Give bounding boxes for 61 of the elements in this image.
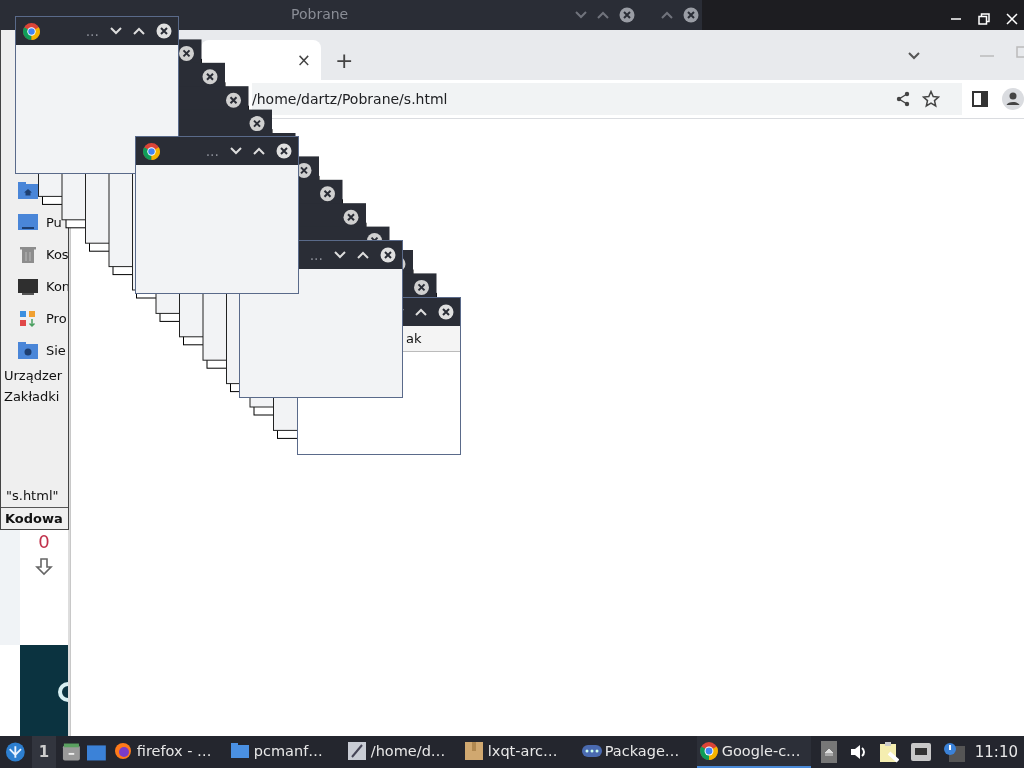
desktop-icon[interactable]: [86, 743, 106, 761]
clipboard-icon[interactable]: [878, 741, 899, 763]
ellipsis-text[interactable]: ...: [309, 247, 323, 263]
close-icon[interactable]: [438, 304, 454, 320]
firefox-icon: [113, 742, 134, 760]
feather-icon: [347, 742, 368, 760]
taskbar-button[interactable]: Google-c…: [696, 736, 811, 768]
dots-icon: [581, 742, 602, 760]
computer-icon: [18, 276, 38, 296]
close-icon[interactable]: [276, 143, 292, 159]
chrome-icon: [142, 141, 161, 161]
share-icon[interactable]: [896, 91, 910, 107]
file-cabinet-icon[interactable]: [62, 742, 81, 762]
section-heading: Zakładki: [4, 389, 61, 404]
speaker-icon[interactable]: [848, 743, 867, 761]
taskbar-button[interactable]: lxqt-arc…: [462, 736, 577, 768]
eject-icon[interactable]: [820, 741, 837, 763]
down-arrow-icon[interactable]: [35, 558, 53, 576]
apps-icon: [18, 308, 38, 328]
box-icon: [464, 742, 485, 760]
taskbar-button[interactable]: /home/d…: [345, 736, 460, 768]
notification-icon[interactable]: [942, 742, 965, 762]
workspace-button[interactable]: 1: [31, 736, 57, 768]
network-icon[interactable]: [910, 743, 931, 761]
close-icon[interactable]: [156, 23, 172, 39]
start-menu-icon[interactable]: [5, 741, 26, 763]
close-icon[interactable]: [1006, 13, 1018, 25]
star-icon[interactable]: [922, 90, 940, 108]
chevron-down-icon[interactable]: [908, 52, 920, 60]
url-text: /home/dartz/Pobrane/s.html: [252, 91, 449, 107]
home-folder-icon: [18, 180, 38, 200]
desktop-icon: [18, 212, 38, 232]
chrome-icon: [22, 21, 41, 41]
section-heading: Urządzer: [4, 368, 64, 383]
taskbar-button[interactable]: firefox - …: [111, 736, 226, 768]
status-text: "s.html": [5, 488, 60, 505]
browser-tab[interactable]: ×: [201, 40, 321, 80]
network-folder-icon: [18, 340, 38, 360]
taskbar-button[interactable]: Package…: [579, 736, 694, 768]
place-label[interactable]: Pu: [46, 214, 62, 230]
place-label[interactable]: Sie: [46, 342, 66, 358]
profile-icon[interactable]: [1002, 88, 1024, 110]
trash-icon: [18, 244, 38, 264]
place-label[interactable]: Pro: [46, 310, 67, 326]
restore-icon[interactable]: [978, 13, 990, 25]
tab-close-button[interactable]: ×: [294, 50, 313, 70]
new-tab-button[interactable]: +: [335, 50, 354, 72]
chrome-icon: [698, 741, 719, 761]
window-title: Pobrane: [291, 6, 349, 22]
counter-text: 0: [38, 532, 50, 552]
taskbar-button[interactable]: pcmanf…: [228, 736, 343, 768]
encoding-label: Kodowa: [1, 507, 68, 529]
address-bar[interactable]: /home/dartz/Pobrane/s.html: [252, 83, 962, 115]
place-label[interactable]: Kos: [46, 246, 68, 262]
ellipsis-text[interactable]: ...: [85, 23, 99, 39]
close-icon[interactable]: [380, 247, 396, 263]
side-panel-icon[interactable]: [972, 91, 988, 107]
clock-text[interactable]: 11:10: [974, 743, 1018, 761]
ellipsis-text[interactable]: ...: [205, 143, 219, 159]
folder-icon: [230, 742, 251, 760]
popup-text: ak: [406, 331, 422, 346]
